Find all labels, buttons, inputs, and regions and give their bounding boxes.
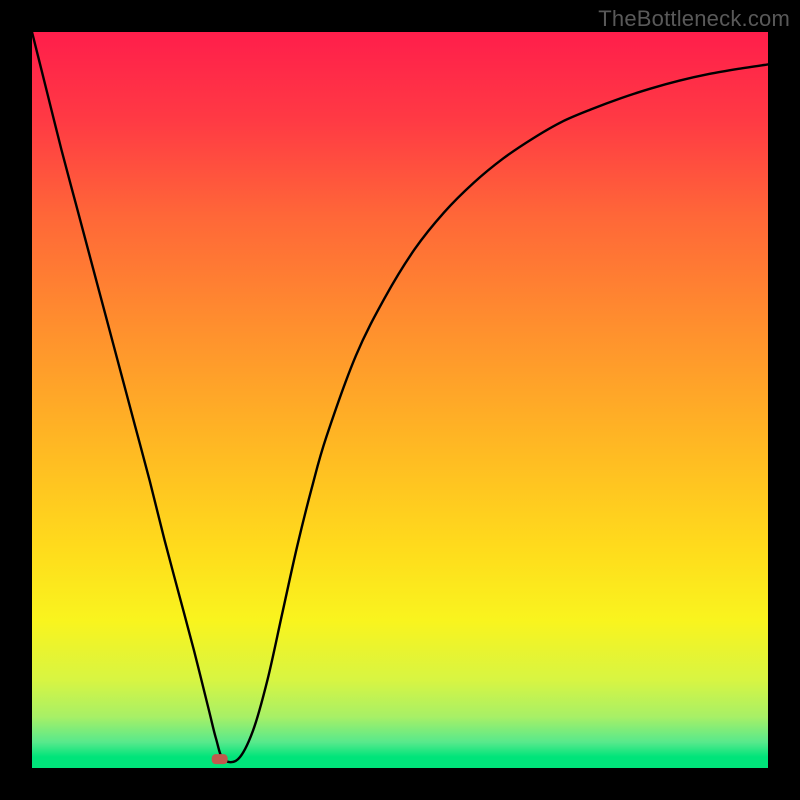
chart-frame: TheBottleneck.com	[0, 0, 800, 800]
plot-area	[32, 32, 768, 768]
watermark-text: TheBottleneck.com	[598, 6, 790, 32]
plot-svg	[32, 32, 768, 768]
gradient-background	[32, 32, 768, 768]
current-point-marker	[212, 754, 228, 764]
